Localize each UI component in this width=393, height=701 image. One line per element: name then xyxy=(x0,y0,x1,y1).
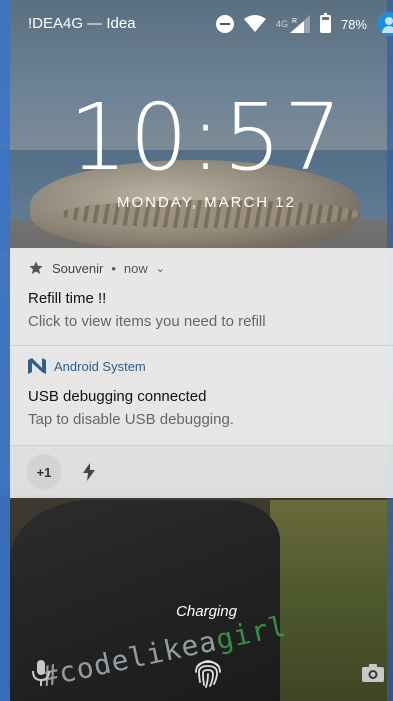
battery-icon xyxy=(319,13,331,33)
lockscreen-date: MONDAY, MARCH 12 xyxy=(117,194,296,211)
notification-overflow-bar[interactable]: +1 xyxy=(10,446,393,498)
camera-icon[interactable] xyxy=(362,664,384,682)
wifi-icon xyxy=(243,15,266,33)
notification-body: Tap to disable USB debugging. xyxy=(28,411,234,428)
lockscreen-clock: 10:57 xyxy=(68,84,345,191)
mic-icon[interactable] xyxy=(32,660,50,686)
notification-app-name: Android System xyxy=(54,358,146,374)
notification-app-name: Souvenir xyxy=(52,260,104,276)
star-icon xyxy=(29,261,43,274)
battery-percent: 78% xyxy=(340,16,367,32)
bolt-icon xyxy=(83,463,95,481)
status-bar[interactable]: !DEA4G — Idea 4G R 78% xyxy=(10,0,393,48)
notification-title: USB debugging connected xyxy=(28,388,207,405)
notification-separator: • xyxy=(111,260,116,276)
notification-body: Click to view items you need to refill xyxy=(28,313,266,330)
notification-header: Souvenir • now ⌄ xyxy=(10,248,393,288)
dnd-icon xyxy=(215,15,234,33)
status-icons: 4G R 78% xyxy=(215,11,393,37)
notification-list: Souvenir • now ⌄ Refill time !! Click to… xyxy=(10,248,393,498)
signal-icon: R xyxy=(289,15,310,33)
chevron-down-icon[interactable]: ⌄ xyxy=(156,262,165,275)
notification-time: now xyxy=(123,260,148,276)
charging-label: Charging xyxy=(176,603,237,620)
notification-title: Refill time !! xyxy=(28,290,107,307)
left-edge-strip xyxy=(0,0,10,701)
more-notifications-badge[interactable]: +1 xyxy=(26,454,62,490)
android-n-icon xyxy=(28,358,46,374)
roaming-indicator: R xyxy=(292,18,297,25)
notification-header: Android System xyxy=(10,346,393,386)
avatar-icon[interactable] xyxy=(377,12,393,36)
carrier-label: !DEA4G — Idea xyxy=(28,15,136,32)
notification-android-system[interactable]: Android System USB debugging connected T… xyxy=(10,346,393,446)
network-type-label: 4G xyxy=(275,19,288,29)
fingerprint-icon[interactable] xyxy=(193,656,223,688)
lockscreen: #codelikeagirl !DEA4G — Idea 4G R 78% 10… xyxy=(0,0,393,701)
notification-souvenir[interactable]: Souvenir • now ⌄ Refill time !! Click to… xyxy=(10,248,393,346)
